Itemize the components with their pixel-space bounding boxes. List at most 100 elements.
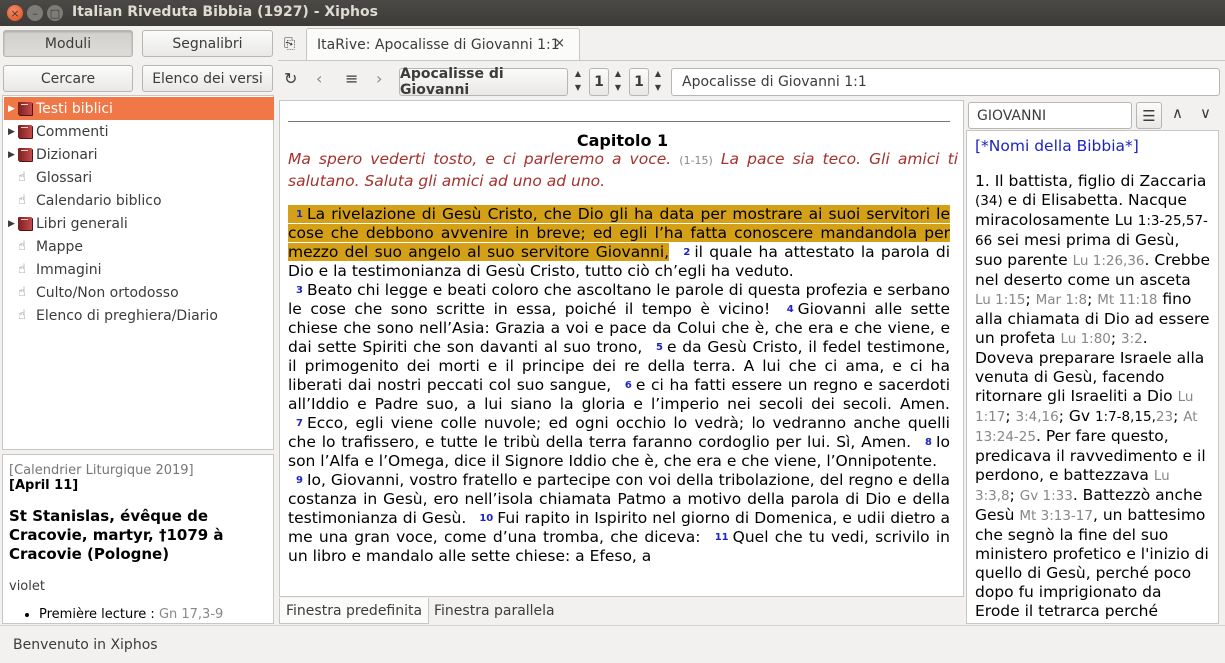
- refresh-icon[interactable]: ↻: [284, 69, 297, 88]
- dictionary-search-input[interactable]: GIOVANNI: [968, 102, 1132, 129]
- entry-reference[interactable]: Lu 1:26,36: [1073, 253, 1145, 269]
- bible-text-pane[interactable]: Capitolo 1 Ma spero vederti tosto, e ci …: [279, 100, 964, 597]
- entry-reference[interactable]: Mt 11:18: [1097, 292, 1157, 308]
- verse-number[interactable]: 9: [296, 475, 303, 486]
- tab-itarive[interactable]: ItaRive: Apocalisse di Giovanni 1:1 ×: [306, 28, 580, 60]
- verse-number[interactable]: 10: [479, 513, 493, 524]
- tab-finestra-parallela[interactable]: Finestra parallela: [428, 598, 561, 624]
- calendar-source: [Calendrier Liturgique 2019]: [9, 463, 194, 478]
- tree-item-dizionari[interactable]: ▶ Dizionari: [4, 143, 274, 166]
- entry-reference[interactable]: 3:2: [1121, 331, 1143, 347]
- tree-item-testi-biblici[interactable]: ▶ Testi biblici: [4, 97, 274, 120]
- entry-reference[interactable]: (34): [975, 193, 1003, 209]
- module-tree: ▶ Testi biblici ▶ Commenti ▶ Dizionari ☝…: [2, 95, 274, 450]
- calendar-date: April 11: [14, 478, 73, 493]
- dictionary-module-link[interactable]: [*Nomi della Bibbia*]: [975, 137, 1210, 155]
- verse-number[interactable]: 2: [683, 247, 690, 258]
- chapter-summary: Ma spero vederti tosto, e ci parleremo a…: [288, 150, 958, 190]
- verse-number[interactable]: 7: [296, 418, 303, 429]
- hand-icon: ☝: [18, 170, 26, 185]
- entry-text: ;: [1009, 486, 1020, 504]
- calendar-saint-title: St Stanislas, évêque de Cracovie, martyr…: [9, 507, 224, 563]
- entry-reference[interactable]: Mar 1:8: [1036, 292, 1088, 308]
- window-close-button[interactable]: ×: [7, 5, 23, 21]
- window-minimize-button[interactable]: –: [27, 5, 43, 21]
- verse-number[interactable]: 1: [296, 209, 303, 220]
- expand-arrow-icon[interactable]: ▶: [8, 150, 18, 160]
- tree-item-culto-non-ortodosso[interactable]: ☝ Culto/Non ortodosso: [4, 281, 274, 304]
- window-tabs: Finestra predefinita Finestra parallela: [279, 598, 964, 624]
- tab-close-icon[interactable]: ×: [554, 36, 565, 51]
- book-icon: [18, 217, 32, 230]
- tree-item-label: Commenti: [36, 123, 109, 140]
- tree-item-immagini[interactable]: ☝ Immagini: [4, 258, 274, 281]
- entry-reference[interactable]: Lu 1:15: [975, 292, 1025, 308]
- tree-item-mappe[interactable]: ☝ Mappe: [4, 235, 274, 258]
- expand-arrow-icon[interactable]: ▶: [8, 219, 18, 229]
- book-spin-arrows[interactable]: ▲ ▼: [572, 67, 584, 95]
- dictionary-menu-button[interactable]: ☰: [1136, 102, 1162, 129]
- tab-finestra-predefinita[interactable]: Finestra predefinita: [279, 598, 430, 624]
- hand-icon: ☝: [18, 308, 26, 323]
- calendar-panel: [Calendrier Liturgique 2019] [April 11] …: [2, 454, 274, 624]
- verse-number[interactable]: 3: [296, 285, 303, 296]
- verse-selector[interactable]: 1: [629, 68, 649, 96]
- back-arrow-icon[interactable]: ‹: [316, 69, 322, 88]
- tree-item-label: Libri generali: [36, 215, 128, 232]
- book-icon: [18, 148, 32, 161]
- divider: [288, 121, 950, 122]
- reference-input[interactable]: Apocalisse di Giovanni 1:1: [671, 68, 1220, 96]
- entry-text: ;: [1025, 290, 1036, 308]
- elenco-versi-button[interactable]: Elenco dei versi: [142, 65, 273, 92]
- window-title: Italian Riveduta Bibbia (1927) - Xiphos: [72, 4, 378, 20]
- chevron-down-icon[interactable]: ∨: [1200, 104, 1211, 122]
- window-maximize-button[interactable]: □: [47, 5, 63, 21]
- verse-number[interactable]: 11: [715, 532, 729, 543]
- menu-icon[interactable]: ≡: [345, 69, 358, 88]
- dictionary-pane[interactable]: [*Nomi della Bibbia*] 1. Il battista, fi…: [966, 130, 1219, 624]
- segnalibri-button[interactable]: Segnalibri: [142, 30, 273, 57]
- book-icon: [18, 125, 32, 138]
- summary-verse-range: (1-15): [679, 154, 713, 167]
- verse-number[interactable]: 8: [925, 437, 932, 448]
- hand-icon: ☝: [18, 193, 26, 208]
- book-icon: [18, 102, 32, 115]
- tree-item-calendario-biblico[interactable]: ☝ Calendario biblico: [4, 189, 274, 212]
- expand-arrow-icon[interactable]: ▶: [8, 104, 18, 114]
- verse-number[interactable]: 5: [656, 342, 663, 353]
- book-selector[interactable]: Apocalisse di Giovanni: [399, 66, 568, 98]
- moduli-button[interactable]: Moduli: [3, 30, 133, 57]
- cercare-button[interactable]: Cercare: [3, 65, 133, 92]
- new-tab-icon[interactable]: ⎘: [284, 36, 295, 52]
- dictionary-entry: 1. Il battista, figlio di Zaccaria (34) …: [975, 172, 1210, 621]
- expand-arrow-icon[interactable]: ▶: [8, 127, 18, 137]
- tree-item-elenco-preghiera[interactable]: ☝ Elenco di preghiera/Diario: [4, 304, 274, 327]
- entry-reference[interactable]: 3:4,16: [1015, 409, 1058, 425]
- tree-item-label: Elenco di preghiera/Diario: [36, 307, 218, 324]
- entry-reference[interactable]: Gv 1:33: [1020, 488, 1073, 504]
- tree-item-commenti[interactable]: ▶ Commenti: [4, 120, 274, 143]
- forward-arrow-icon[interactable]: ›: [376, 69, 382, 88]
- navigation-toolbar: ↻ ‹ ≡ › Apocalisse di Giovanni ▲ ▼ 1 ▲ ▼ 1…: [278, 60, 1225, 98]
- entry-reference[interactable]: 1:7-8,15,: [1095, 409, 1156, 425]
- entry-text: ;: [1005, 407, 1016, 425]
- entry-reference[interactable]: Lu 1:80: [1060, 331, 1110, 347]
- chapter-spin-arrows[interactable]: ▲ ▼: [612, 67, 624, 95]
- verse-spin-arrows[interactable]: ▲ ▼: [652, 67, 664, 95]
- tree-item-libri-generali[interactable]: ▶ Libri generali: [4, 212, 274, 235]
- tree-item-label: Testi biblici: [36, 100, 113, 117]
- hand-icon: ☝: [18, 285, 26, 300]
- verse-number[interactable]: 4: [787, 304, 794, 315]
- tree-item-label: Mappe: [36, 238, 84, 255]
- chapter-heading: Capitolo 1: [576, 131, 669, 150]
- calendar-date-line: [April 11]: [9, 478, 79, 493]
- chapter-selector[interactable]: 1: [589, 68, 609, 96]
- title-bar: × – □ Italian Riveduta Bibbia (1927) - X…: [0, 0, 1225, 26]
- tree-item-label: Culto/Non ortodosso: [36, 284, 179, 301]
- entry-reference[interactable]: Mt 3:13-17: [1019, 508, 1093, 524]
- tree-item-glossari[interactable]: ☝ Glossari: [4, 166, 274, 189]
- verse-number[interactable]: 6: [625, 380, 632, 391]
- entry-reference[interactable]: 23: [1156, 409, 1173, 425]
- chevron-up-icon[interactable]: ∧: [1172, 104, 1183, 122]
- reading-link[interactable]: Gn 17,3-9: [159, 607, 223, 622]
